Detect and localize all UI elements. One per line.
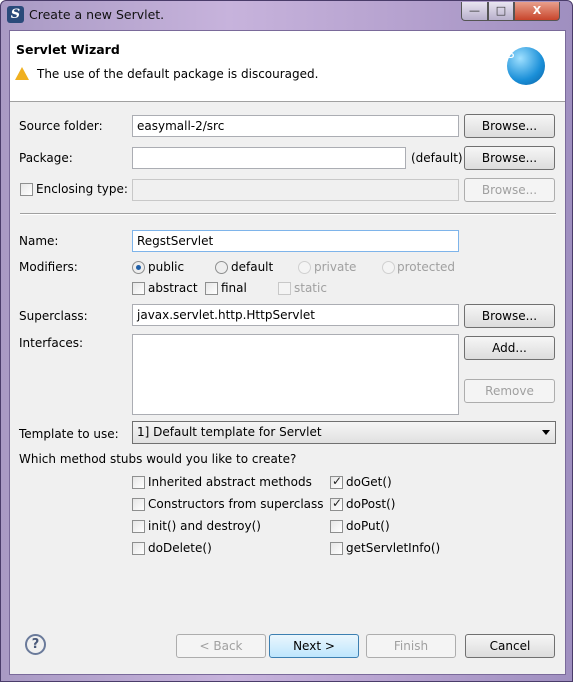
modifiers-label: Modifiers: [19, 260, 78, 274]
app-icon: S [7, 6, 24, 23]
stub-checkbox[interactable] [330, 542, 343, 555]
package-browse-button[interactable]: Browse... [464, 146, 555, 170]
stub-label: init() and destroy() [148, 519, 261, 533]
remove-interface-button: Remove [464, 379, 555, 403]
stub-checkbox[interactable] [132, 498, 145, 511]
source-folder-input[interactable]: easymall-2/src [132, 115, 459, 137]
finish-button: Finish [366, 634, 456, 658]
final-checkbox[interactable] [205, 282, 218, 295]
static-checkbox [278, 282, 291, 295]
radio-private-label: private [314, 260, 357, 274]
stub-label: doPut() [346, 519, 390, 533]
static-label: static [294, 281, 327, 295]
enclosing-type-checkbox[interactable] [20, 183, 33, 196]
radio-default[interactable] [215, 261, 228, 274]
enclosing-type-input [132, 179, 459, 201]
stub-checkbox[interactable] [330, 520, 343, 533]
maximize-button[interactable]: □ [488, 2, 514, 21]
superclass-label: Superclass: [19, 309, 88, 323]
next-button[interactable]: Next > [269, 634, 359, 658]
chevron-down-icon [542, 430, 550, 435]
stub-label: Inherited abstract methods [148, 475, 312, 489]
add-interface-button[interactable]: Add... [464, 336, 555, 360]
minimize-button[interactable]: — [461, 2, 488, 21]
stubs-question: Which method stubs would you like to cre… [19, 452, 297, 466]
package-default-label: (default) [411, 151, 463, 165]
stub-label: doGet() [346, 475, 392, 489]
template-label: Template to use: [19, 427, 119, 441]
wizard-title: Servlet Wizard [16, 42, 120, 57]
stub-checkbox[interactable] [132, 542, 145, 555]
interfaces-label: Interfaces: [19, 336, 84, 350]
warning-icon [15, 67, 29, 80]
radio-protected [382, 261, 395, 274]
source-folder-label: Source folder: [19, 119, 103, 133]
stub-checkbox[interactable] [330, 474, 343, 489]
help-icon[interactable]: ? [25, 634, 46, 655]
stub-checkbox[interactable] [132, 520, 145, 533]
stub-label: getServletInfo() [346, 541, 441, 555]
dialog-client: Servlet Wizard The use of the default pa… [9, 30, 566, 675]
superclass-input[interactable]: javax.servlet.http.HttpServlet [132, 304, 459, 326]
radio-public-label: public [148, 260, 185, 274]
stub-label: doPost() [346, 497, 396, 511]
template-value: 1] Default template for Servlet [137, 425, 322, 439]
template-select[interactable]: 1] Default template for Servlet [132, 421, 556, 444]
window-title: Create a new Servlet. [29, 7, 165, 22]
package-input[interactable] [132, 147, 406, 169]
cancel-button[interactable]: Cancel [465, 634, 555, 658]
radio-default-label: default [231, 260, 274, 274]
name-label: Name: [19, 234, 59, 248]
superclass-browse-button[interactable]: Browse... [464, 304, 555, 328]
enclosing-type-label: Enclosing type: [36, 182, 128, 196]
final-label: final [221, 281, 247, 295]
enclosing-type-browse-button: Browse... [464, 178, 555, 202]
stub-checkbox[interactable] [132, 476, 145, 489]
stub-label: Constructors from superclass [148, 497, 324, 511]
radio-public[interactable] [132, 261, 145, 274]
separator [20, 213, 556, 215]
wizard-message: The use of the default package is discou… [37, 67, 319, 81]
back-button: < Back [176, 634, 266, 658]
radio-protected-label: protected [397, 260, 456, 274]
name-input[interactable]: RegstServlet [132, 230, 459, 252]
source-folder-browse-button[interactable]: Browse... [464, 114, 555, 138]
stub-checkbox[interactable] [330, 496, 343, 511]
abstract-label: abstract [148, 281, 198, 295]
servlet-logo: S [507, 47, 545, 85]
close-button[interactable]: X [514, 2, 560, 21]
interfaces-list[interactable] [132, 334, 459, 415]
stub-label: doDelete() [148, 541, 212, 555]
package-label: Package: [19, 151, 73, 165]
abstract-checkbox[interactable] [132, 282, 145, 295]
radio-private [298, 261, 311, 274]
wizard-header: Servlet Wizard The use of the default pa… [10, 31, 565, 102]
dialog-window: S Create a new Servlet. — □ X Servlet Wi… [0, 0, 573, 682]
